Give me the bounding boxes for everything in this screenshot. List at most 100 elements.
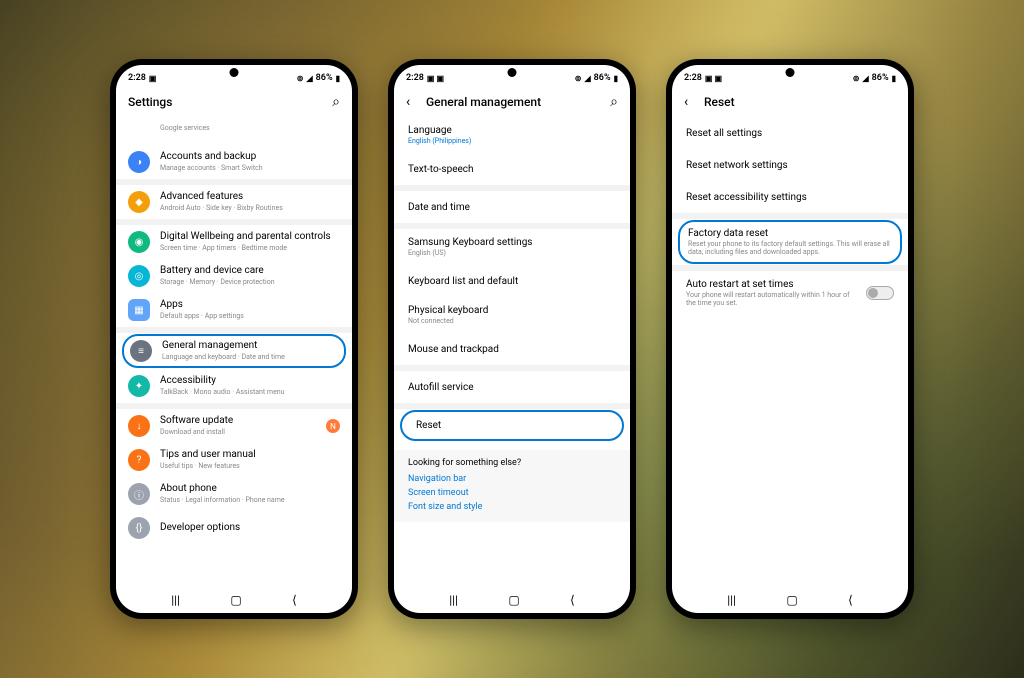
row-wellbeing[interactable]: ◉ Digital Wellbeing and parental control… [116,225,352,259]
row-battery[interactable]: ◎ Battery and device care Storage · Memo… [116,259,352,293]
row-reset-network[interactable]: Reset network settings [672,149,908,181]
row-sub: Your phone will restart automatically wi… [686,291,858,307]
row-apps[interactable]: ▦ Apps Default apps · App settings [116,293,352,327]
status-time: 2:28 [684,73,702,83]
phone-general-management: 2:28 ▣ ▣ ⊚ ◢ 86% ▮ ‹ General management … [388,59,636,619]
developer-icon: {} [128,517,150,539]
row-software-update[interactable]: ↓ Software update Download and install N [116,409,352,443]
divider [672,213,908,219]
row-developer[interactable]: {} Developer options [116,511,352,545]
wifi-icon: ⊚ [853,74,860,83]
wellbeing-icon: ◉ [128,231,150,253]
row-auto-restart[interactable]: Auto restart at set times Your phone wil… [672,271,908,315]
divider [394,403,630,409]
status-icon: ▣ ▣ [705,74,722,83]
search-icon[interactable]: ⌕ [610,94,618,110]
row-accounts[interactable]: ◑ Accounts and backup Manage accounts · … [116,145,352,179]
search-icon[interactable]: ⌕ [332,94,340,110]
row-accessibility[interactable]: ✦ Accessibility TalkBack · Mono audio · … [116,369,352,403]
row-general-management[interactable]: ≡ General management Language and keyboa… [122,334,346,368]
row-title: Reset [416,420,608,431]
row-sub: Android Auto · Side key · Bixby Routines [160,204,340,212]
suggest-navbar[interactable]: Navigation bar [408,472,616,486]
row-title: Autofill service [408,382,616,393]
battery-care-icon: ◎ [128,265,150,287]
reset-list[interactable]: Reset all settings Reset network setting… [672,117,908,587]
row-google[interactable]: Google services [116,117,352,145]
suggestions: Looking for something else? Navigation b… [394,450,630,522]
row-title: Accessibility [160,375,340,387]
settings-list[interactable]: Google services ◑ Accounts and backup Ma… [116,117,352,587]
general-mgmt-icon: ≡ [130,340,152,362]
row-language[interactable]: Language English (Philippines) [394,117,630,153]
page-title: Reset [704,95,896,109]
row-keyboard-settings[interactable]: Samsung Keyboard settings English (US) [394,229,630,265]
row-title: Keyboard list and default [408,276,616,287]
row-title: Digital Wellbeing and parental controls [160,231,340,243]
header: ‹ Reset [672,87,908,117]
row-reset[interactable]: Reset [400,410,624,441]
screen: 2:28 ▣ ▣ ⊚ ◢ 86% ▮ ‹ Reset Reset all set… [672,65,908,613]
wifi-icon: ⊚ [575,74,582,83]
nav-home[interactable]: ▢ [508,593,519,607]
row-tts[interactable]: Text-to-speech [394,153,630,185]
screen: 2:28 ▣ ▣ ⊚ ◢ 86% ▮ ‹ General management … [394,65,630,613]
suggest-timeout[interactable]: Screen timeout [408,486,616,500]
row-sub: Download and install [160,428,326,436]
phone-settings: 2:28 ▣ ⊚ ◢ 86% ▮ Settings ⌕ Google servi… [110,59,358,619]
phone-reset: 2:28 ▣ ▣ ⊚ ◢ 86% ▮ ‹ Reset Reset all set… [666,59,914,619]
row-sub: English (Philippines) [408,137,616,145]
nav-recent[interactable]: ||| [171,593,180,607]
nav-recent[interactable]: ||| [449,593,458,607]
row-title: Reset all settings [686,128,894,139]
about-icon: ⓘ [128,483,150,505]
battery-icon: ▮ [892,74,896,83]
general-mgmt-list[interactable]: Language English (Philippines) Text-to-s… [394,117,630,587]
nav-back[interactable]: ⟨ [292,593,297,607]
row-title: Samsung Keyboard settings [408,237,616,248]
row-sub: Google services [160,124,340,132]
row-title: Reset accessibility settings [686,192,894,203]
row-sub: English (US) [408,249,616,257]
nav-back[interactable]: ⟨ [570,593,575,607]
row-advanced[interactable]: ◆ Advanced features Android Auto · Side … [116,185,352,219]
row-mouse[interactable]: Mouse and trackpad [394,333,630,365]
battery-text: 86% [316,73,333,83]
screen: 2:28 ▣ ⊚ ◢ 86% ▮ Settings ⌕ Google servi… [116,65,352,613]
back-icon[interactable]: ‹ [684,94,700,110]
row-factory-reset[interactable]: Factory data reset Reset your phone to i… [678,220,902,264]
nav-bar: ||| ▢ ⟨ [394,587,630,613]
wifi-icon: ⊚ [297,74,304,83]
nav-recent[interactable]: ||| [727,593,736,607]
row-title: Apps [160,299,340,311]
status-icon: ▣ [149,74,157,83]
signal-icon: ◢ [307,74,313,83]
status-icon: ▣ ▣ [427,74,444,83]
row-physical-keyboard[interactable]: Physical keyboard Not connected [394,297,630,333]
nav-back[interactable]: ⟨ [848,593,853,607]
row-title: Developer options [160,522,340,534]
page-title: Settings [128,95,332,109]
accounts-icon: ◑ [128,151,150,173]
row-about[interactable]: ⓘ About phone Status · Legal information… [116,477,352,511]
row-autofill[interactable]: Autofill service [394,371,630,403]
row-sub: TalkBack · Mono audio · Assistant menu [160,388,340,396]
page-title: General management [426,95,610,109]
update-badge: N [326,419,340,433]
row-sub: Storage · Memory · Device protection [160,278,340,286]
camera-notch [230,68,239,77]
nav-home[interactable]: ▢ [786,593,797,607]
suggest-font[interactable]: Font size and style [408,500,616,514]
row-sub: Not connected [408,317,616,325]
row-date-time[interactable]: Date and time [394,191,630,223]
nav-home[interactable]: ▢ [230,593,241,607]
auto-restart-toggle[interactable] [866,286,894,300]
row-reset-accessibility[interactable]: Reset accessibility settings [672,181,908,213]
row-title: Accounts and backup [160,151,340,163]
row-title: Software update [160,415,326,427]
row-keyboard-list[interactable]: Keyboard list and default [394,265,630,297]
camera-notch [786,68,795,77]
row-tips[interactable]: ? Tips and user manual Useful tips · New… [116,443,352,477]
back-icon[interactable]: ‹ [406,94,422,110]
row-reset-all[interactable]: Reset all settings [672,117,908,149]
